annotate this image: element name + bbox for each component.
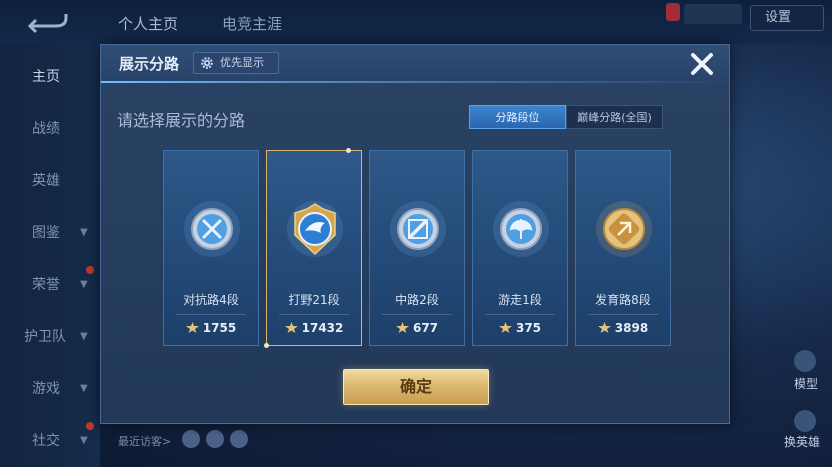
top-bar: 个人主页 电竞主涯 设置 [0,0,832,44]
lane-name: 打野21段 [288,293,340,307]
corner-spark [346,148,351,153]
sidebar-item-games[interactable]: 游戏 ▼ [0,374,100,404]
lane-name: 对抗路4段 [183,293,239,307]
farm-lane-emblem-icon [596,201,652,257]
model-icon[interactable] [794,350,816,372]
sidebar-item-guard[interactable]: 护卫队 ▼ [0,322,100,352]
jungle-emblem-icon [287,201,343,257]
clash-lane-emblem-icon [184,201,240,257]
back-icon[interactable] [26,10,70,34]
sidebar-item-heroes[interactable]: 英雄 [0,166,100,196]
sidebar-item-label: 战绩 [32,121,60,137]
lane-score: 17432 [267,321,361,335]
dialog-title: 展示分路 [119,55,180,73]
lane-card-jungle[interactable]: 打野21段 17432 [264,148,362,348]
currency-display [684,4,742,24]
lane-score: 375 [473,321,567,335]
sidebar-item-label: 荣誉 [32,277,60,293]
chevron-down-icon: ▼ [80,279,88,290]
rank-star-icon [284,322,298,333]
tab-esports[interactable]: 电竞主涯 [222,13,282,34]
sidebar-item-record[interactable]: 战绩 [0,114,100,144]
lane-score-value: 3898 [614,321,649,335]
lane-name: 游走1段 [498,293,542,307]
avatar[interactable] [206,430,224,448]
rank-star-icon [498,322,512,333]
divider [485,314,555,315]
sidebar-item-label: 游戏 [32,381,60,397]
swap-hero-label: 换英雄 [784,435,821,449]
lane-name: 发育路8段 [595,293,651,307]
sidebar-item-honor[interactable]: 荣誉 ▼ [0,270,100,300]
recent-visitors-link[interactable]: 最近访客> [118,433,171,449]
mid-lane-emblem-icon [390,201,446,257]
chevron-down-icon: ▼ [80,435,88,446]
lane-score: 3898 [576,321,670,335]
priority-display-button[interactable]: 优先显示 [193,52,279,74]
lane-card-clash[interactable]: 对抗路4段 1755 [163,150,259,346]
header-accent-line [101,81,731,83]
confirm-button[interactable]: 确定 [343,369,489,405]
rank-star-icon [597,322,611,333]
lane-card-roam[interactable]: 游走1段 375 [472,150,568,346]
lane-score-value: 1755 [202,321,237,335]
avatar[interactable] [230,430,248,448]
lane-name: 中路2段 [395,293,439,307]
sidebar: 主页 战绩 英雄 图鉴 ▼ 荣誉 ▼ 护卫队 ▼ 游戏 ▼ 社交 ▼ [0,44,100,467]
priority-label: 优先显示 [220,56,264,69]
gear-icon [201,57,213,69]
dialog-subtitle: 请选择展示的分路 [117,111,246,130]
tab-lane-rank[interactable]: 分路段位 [469,105,566,129]
lane-display-dialog: 展示分路 优先显示 请选择展示的分路 分路段位 巅峰分路(全国) 对抗路4段 1… [100,44,731,424]
chevron-down-icon: ▼ [80,383,88,394]
chevron-down-icon: ▼ [80,331,88,342]
tab-peak-lane[interactable]: 巅峰分路(全国) [566,105,663,129]
corner-spark [264,343,269,348]
close-icon[interactable] [689,51,715,77]
divider [588,314,658,315]
rank-star-icon [185,322,199,333]
rank-star-icon [395,322,409,333]
divider [176,314,246,315]
divider [279,314,349,315]
sidebar-item-label: 主页 [32,69,60,85]
lane-card-farm[interactable]: 发育路8段 3898 [575,150,671,346]
divider [382,314,452,315]
lane-score: 1755 [164,321,258,335]
sidebar-item-social[interactable]: 社交 ▼ [0,426,100,456]
lane-score-value: 375 [515,321,542,335]
sidebar-item-label: 图鉴 [32,225,60,241]
sidebar-item-home[interactable]: 主页 [0,62,100,92]
lane-card-mid[interactable]: 中路2段 677 [369,150,465,346]
lane-score-value: 17432 [301,321,344,335]
tab-profile[interactable]: 个人主页 [118,13,178,34]
sidebar-item-label: 英雄 [32,173,60,189]
avatar[interactable] [182,430,200,448]
lane-score: 677 [370,321,464,335]
model-label: 模型 [794,377,819,391]
lane-score-value: 677 [412,321,439,335]
chevron-down-icon: ▼ [80,227,88,238]
rank-badge-icon [666,3,680,21]
settings-label: 设置 [765,10,792,25]
settings-button[interactable]: 设置 [750,5,824,31]
sidebar-item-label: 社交 [32,433,60,449]
sidebar-item-label: 护卫队 [24,329,66,345]
swap-hero-icon[interactable] [794,410,816,432]
roam-emblem-icon [493,201,549,257]
sidebar-item-collection[interactable]: 图鉴 ▼ [0,218,100,248]
